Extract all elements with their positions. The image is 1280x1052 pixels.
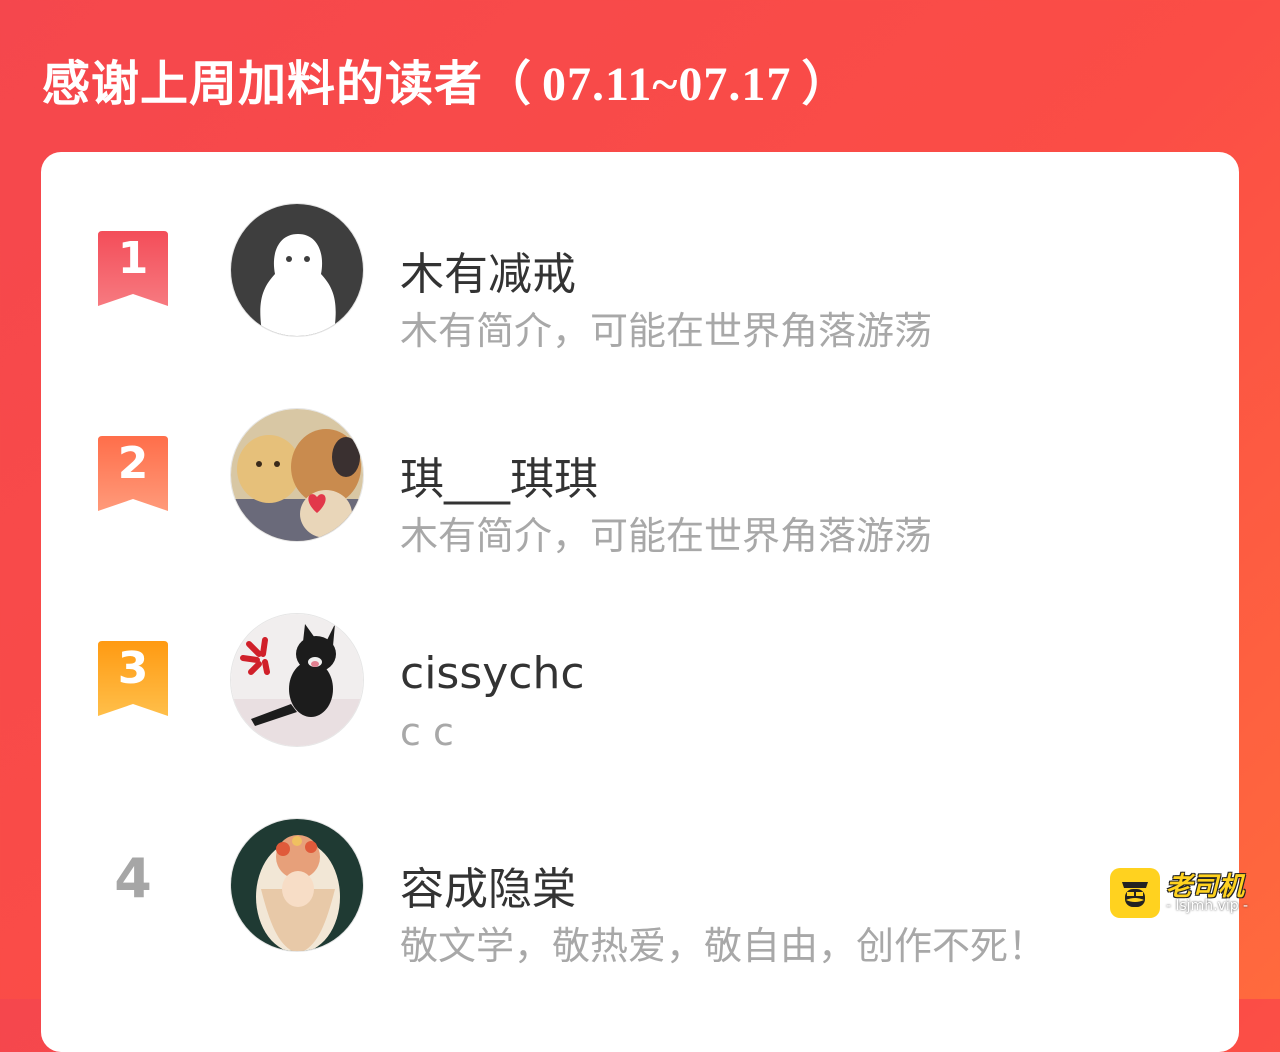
reader-name: 琪___琪琪 [400,454,598,505]
reader-bio: 木有简介，可能在世界角落游荡 [400,514,933,558]
mustache-man-icon [1110,868,1160,918]
teddy-bears-avatar-icon [231,409,363,541]
reader-name: 容成隐棠 [400,864,576,915]
reader-bio: c c [400,710,454,754]
avatar[interactable] [230,613,364,747]
title-paren-open: （ [483,56,533,112]
rank-number: 1 [117,233,149,284]
site-watermark: 老司机 - lsjmh.vip - [1110,868,1270,922]
avatar[interactable] [230,408,364,542]
avatar[interactable] [230,203,364,337]
page-title: 感谢上周加料的读者（ 07.11~07.17） [42,44,850,114]
title-paren-close: ） [801,56,851,112]
reader-name: 木有减戒 [400,249,576,300]
black-cat-avatar-icon [231,614,363,746]
illustrated-girl-avatar-icon [231,819,363,951]
rank-number: 4 [114,847,152,910]
date-range: 07.11~07.17 [542,58,792,111]
rank-badge-1: 1 [98,231,168,306]
rank-badge-2: 2 [98,436,168,511]
reader-row-1[interactable]: 1 木有减戒 木有简介，可能在世界角落游荡 [41,192,1239,353]
reader-row-2[interactable]: 2 琪___琪琪 木有简介，可能在世界角落游荡 [41,397,1239,558]
avatar[interactable] [230,818,364,952]
reader-name: cissychc [400,648,585,699]
rank-number: 2 [117,438,149,489]
reader-list-card: 1 木有减戒 木有简介，可能在世界角落游荡 2 琪___琪琪 木有简介，可能在世… [41,152,1239,1052]
watermark-url: - lsjmh.vip - [1166,898,1249,914]
title-text: 感谢上周加料的读者 [42,56,484,112]
rank-number: 3 [117,643,149,694]
reader-row-4[interactable]: 4 容成隐棠 敬文学，敬热爱，敬自由，创作不死！ [41,807,1239,968]
default-ghost-avatar-icon [231,204,363,336]
reader-row-3[interactable]: 3 cissychc c c [41,602,1239,754]
reader-bio: 敬文学，敬热爱，敬自由，创作不死！ [400,924,1047,968]
reader-bio: 木有简介，可能在世界角落游荡 [400,309,933,353]
rank-badge-3: 3 [98,641,168,716]
